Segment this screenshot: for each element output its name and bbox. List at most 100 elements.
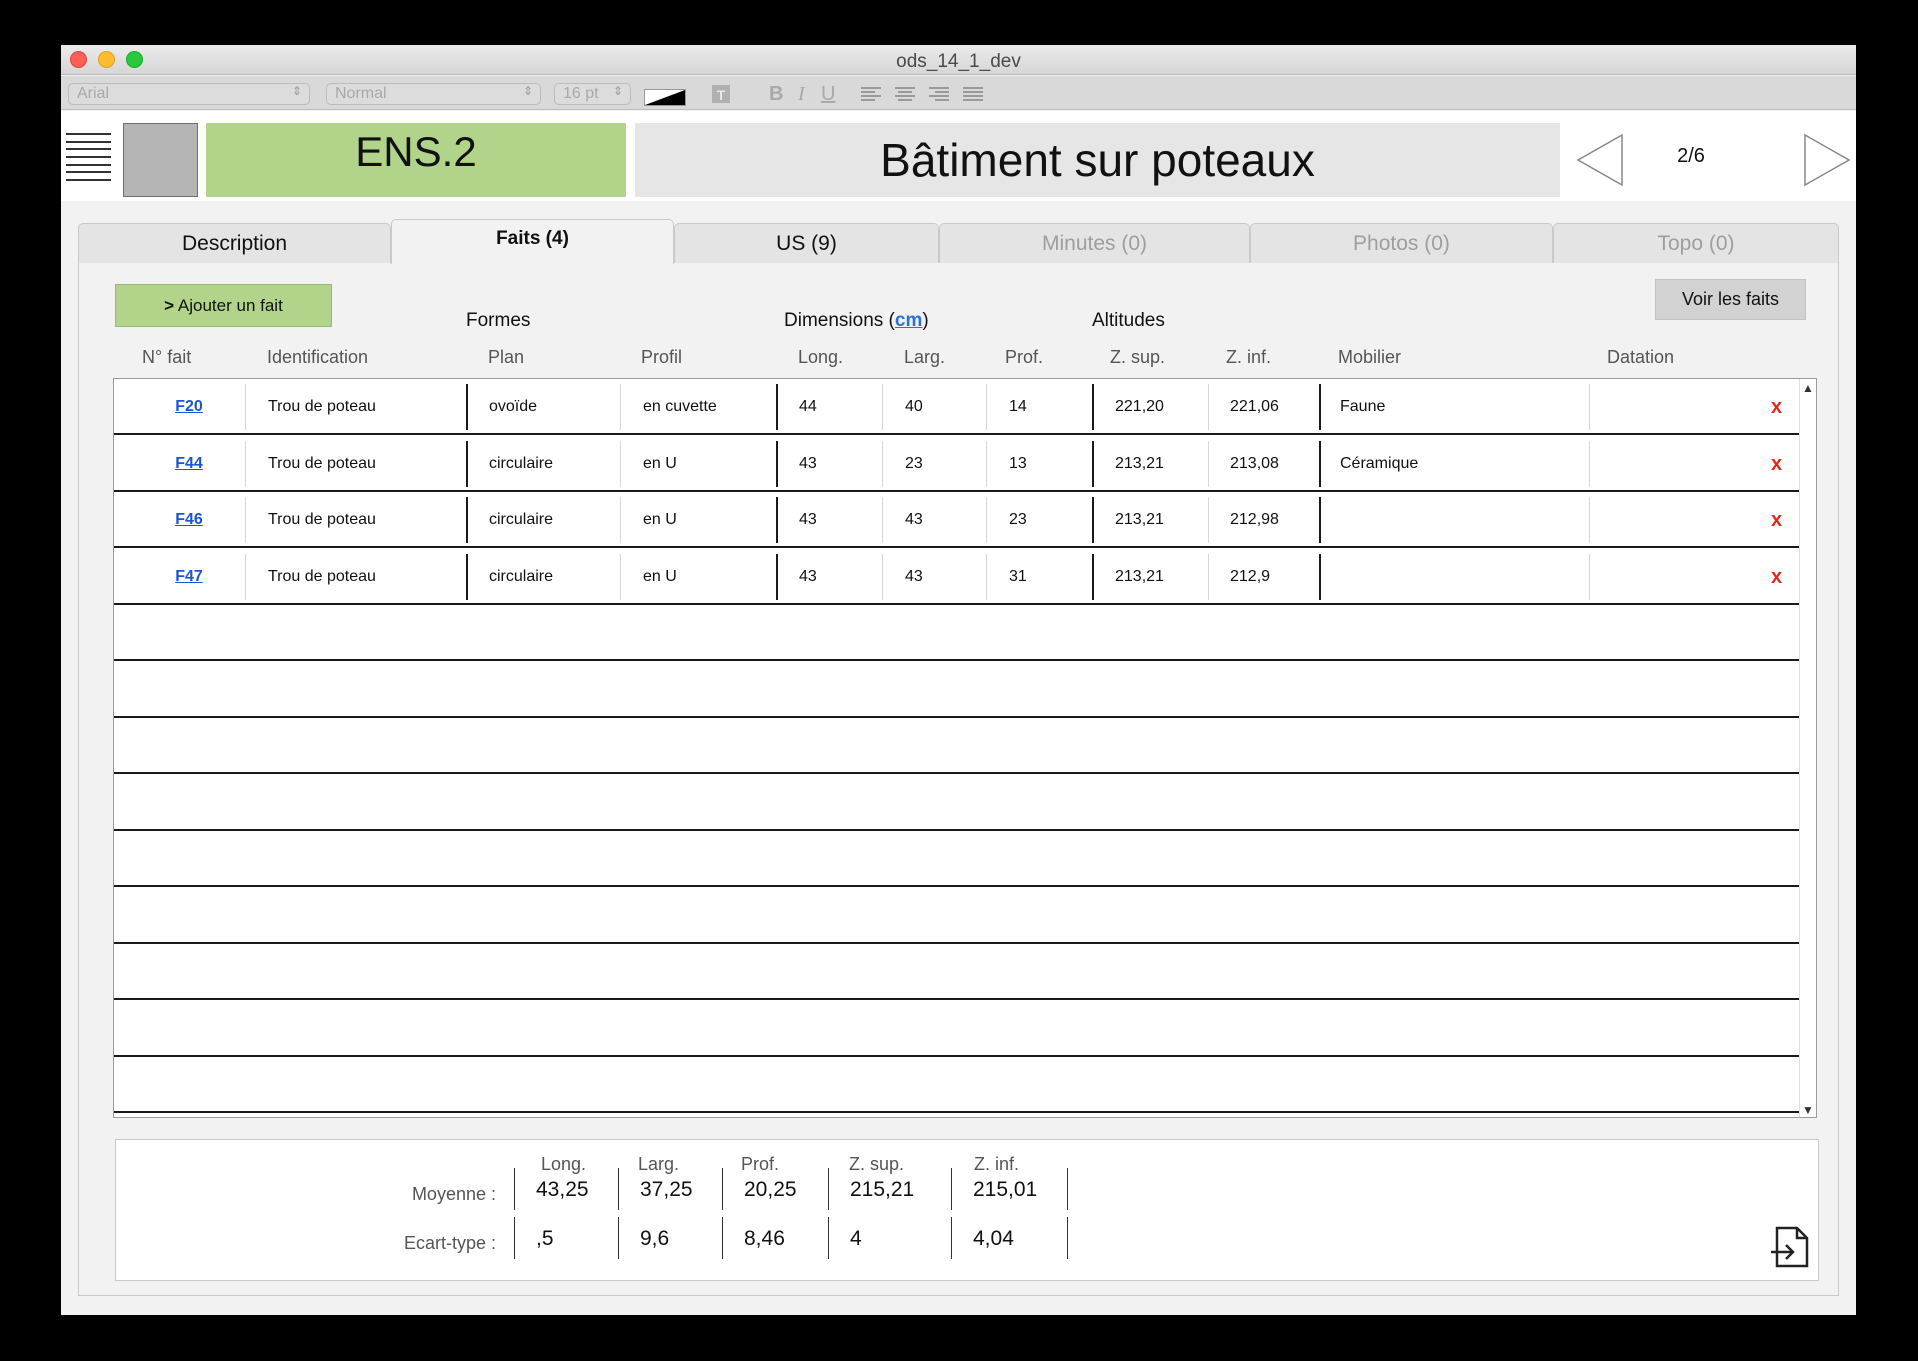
zinf-field[interactable]: 213,08 [1230, 436, 1279, 492]
export-icon[interactable] [1771, 1226, 1811, 1275]
fait-link[interactable]: F46 [124, 492, 254, 548]
zinf-field[interactable]: 212,9 [1230, 549, 1270, 605]
table-row[interactable] [114, 662, 1800, 718]
fait-link[interactable]: F44 [124, 436, 254, 492]
identification-field[interactable]: Trou de poteau [268, 379, 376, 435]
long-field[interactable]: 44 [799, 379, 817, 435]
size-select[interactable]: 16 pt ⇕ [554, 83, 631, 105]
col-header-long[interactable]: Long. [798, 347, 843, 368]
plan-field[interactable]: circulaire [489, 492, 553, 548]
col-header-larg[interactable]: Larg. [904, 347, 945, 368]
plan-field[interactable]: circulaire [489, 549, 553, 605]
table-row[interactable] [114, 775, 1800, 831]
identification-field[interactable]: Trou de poteau [268, 549, 376, 605]
align-justify-icon[interactable] [963, 85, 983, 108]
delete-row-icon[interactable]: x [1771, 379, 1782, 435]
fait-link[interactable]: F20 [124, 379, 254, 435]
previous-record-icon[interactable] [1576, 133, 1624, 192]
prof-field[interactable]: 31 [1009, 549, 1027, 605]
table-row[interactable]: F20 Trou de poteau ovoïde en cuvette 44 40 14 2… [114, 379, 1800, 435]
mobilier-field[interactable]: Faune [1340, 379, 1385, 435]
table-row[interactable] [114, 605, 1800, 661]
zinf-field[interactable]: 212,98 [1230, 492, 1279, 548]
menu-icon[interactable] [66, 133, 111, 181]
identification-field[interactable]: Trou de poteau [268, 492, 376, 548]
align-left-icon[interactable] [861, 85, 881, 108]
mean-value-zinf: 215,01 [973, 1178, 1038, 1201]
tab-minutes[interactable]: Minutes (0) [939, 223, 1250, 263]
text-background-icon[interactable]: T [711, 84, 731, 110]
stats-header-long: Long. [541, 1154, 587, 1174]
next-record-icon[interactable] [1803, 133, 1851, 192]
color-picker[interactable] [644, 89, 686, 106]
larg-field[interactable]: 23 [905, 436, 923, 492]
plan-field[interactable]: ovoïde [489, 379, 537, 435]
align-right-icon[interactable] [929, 85, 949, 108]
scroll-up-icon[interactable]: ▲ [1802, 381, 1814, 395]
view-faits-button[interactable]: Voir les faits [1655, 279, 1806, 320]
zsup-field[interactable]: 213,21 [1115, 549, 1164, 605]
prof-field[interactable]: 14 [1009, 379, 1027, 435]
table-row[interactable] [114, 888, 1800, 944]
mean-value-larg: 37,25 [640, 1178, 693, 1201]
add-fait-button[interactable]: > Ajouter un fait [115, 284, 332, 327]
long-field[interactable]: 43 [799, 549, 817, 605]
col-header-plan[interactable]: Plan [488, 347, 524, 368]
fait-link[interactable]: F47 [124, 549, 254, 605]
larg-field[interactable]: 40 [905, 379, 923, 435]
delete-row-icon[interactable]: x [1771, 492, 1782, 548]
long-field[interactable]: 43 [799, 436, 817, 492]
tab-topo[interactable]: Topo (0) [1553, 223, 1839, 263]
zsup-field[interactable]: 213,21 [1115, 436, 1164, 492]
table-row[interactable] [114, 944, 1800, 1000]
larg-field[interactable]: 43 [905, 492, 923, 548]
column-separator [1589, 440, 1590, 487]
long-field[interactable]: 43 [799, 492, 817, 548]
col-header-zinf[interactable]: Z. inf. [1226, 347, 1271, 368]
col-header-profil[interactable]: Profil [641, 347, 682, 368]
plan-field[interactable]: circulaire [489, 436, 553, 492]
tab-us[interactable]: US (9) [674, 223, 939, 263]
profil-field[interactable]: en U [643, 549, 677, 605]
tab-photos[interactable]: Photos (0) [1250, 223, 1553, 263]
unit-link[interactable]: cm [895, 310, 922, 331]
identification-field[interactable]: Trou de poteau [268, 436, 376, 492]
table-row[interactable]: F44 Trou de poteau circulaire en U 43 23 13 213… [114, 436, 1800, 492]
tab-description[interactable]: Description [78, 223, 391, 263]
list-scrollbar[interactable]: ▲ ▼ [1799, 379, 1816, 1117]
prof-field[interactable]: 23 [1009, 492, 1027, 548]
col-header-identification[interactable]: Identification [267, 347, 368, 368]
scroll-down-icon[interactable]: ▼ [1802, 1103, 1814, 1117]
larg-field[interactable]: 43 [905, 549, 923, 605]
tab-faits[interactable]: Faits (4) [391, 219, 674, 264]
font-select[interactable]: Arial ⇕ [68, 83, 310, 105]
col-header-mobilier[interactable]: Mobilier [1338, 347, 1401, 368]
bold-button[interactable]: B [769, 83, 783, 106]
table-row[interactable] [114, 1001, 1800, 1057]
mobilier-field[interactable]: Céramique [1340, 436, 1418, 492]
table-row[interactable] [114, 1057, 1800, 1113]
table-row[interactable] [114, 831, 1800, 887]
italic-button[interactable]: I [798, 83, 805, 106]
zsup-field[interactable]: 221,20 [1115, 379, 1164, 435]
table-row[interactable] [114, 718, 1800, 774]
align-center-icon[interactable] [895, 85, 915, 108]
col-header-num[interactable]: N° fait [142, 347, 191, 368]
profil-field[interactable]: en U [643, 436, 677, 492]
zinf-field[interactable]: 221,06 [1230, 379, 1279, 435]
profil-field[interactable]: en U [643, 492, 677, 548]
underline-button[interactable]: U [821, 83, 835, 106]
thumbnail-placeholder[interactable] [123, 123, 198, 197]
column-separator [466, 440, 468, 487]
col-header-prof[interactable]: Prof. [1005, 347, 1043, 368]
col-header-zsup[interactable]: Z. sup. [1110, 347, 1165, 368]
profil-field[interactable]: en cuvette [643, 379, 717, 435]
delete-row-icon[interactable]: x [1771, 436, 1782, 492]
table-row[interactable]: F46 Trou de poteau circulaire en U 43 43 23 213… [114, 492, 1800, 548]
zsup-field[interactable]: 213,21 [1115, 492, 1164, 548]
table-row[interactable]: F47 Trou de poteau circulaire en U 43 43 31 213… [114, 549, 1800, 605]
prof-field[interactable]: 13 [1009, 436, 1027, 492]
delete-row-icon[interactable]: x [1771, 549, 1782, 605]
style-select[interactable]: Normal ⇕ [326, 83, 541, 105]
col-header-datation[interactable]: Datation [1607, 347, 1674, 368]
